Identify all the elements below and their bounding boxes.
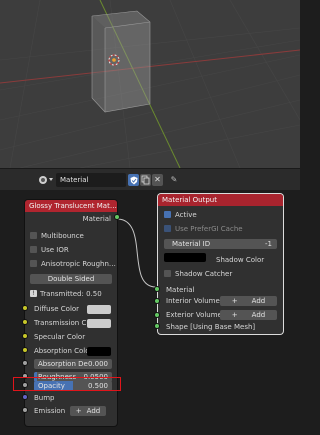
material-link — [116, 218, 157, 288]
absorption-depth-socket[interactable] — [22, 360, 28, 366]
anisotropic-label: Anisotropic Roughn… — [41, 260, 116, 268]
specular-color-label: Specular Color — [34, 333, 86, 341]
glossy-node-title[interactable]: Glossy Translucent Mat… — [25, 200, 117, 212]
material-browse-icon[interactable] — [36, 174, 56, 186]
emission-add-label: Add — [86, 407, 101, 415]
cube-object — [91, 10, 151, 113]
use-ior-checkbox[interactable]: Use IOR — [30, 245, 69, 256]
exterior-add-label: Add — [251, 311, 266, 319]
shadow-color-swatch[interactable] — [164, 253, 206, 262]
specular-color-socket[interactable] — [22, 333, 28, 339]
absorption-color-swatch[interactable] — [87, 347, 111, 356]
info-icon: ! — [30, 290, 37, 297]
plus-icon: + — [231, 311, 238, 319]
glossy-translucent-node[interactable]: Glossy Translucent Mat… Material Multibo… — [25, 200, 117, 426]
interior-volume-label: Interior Volume — [166, 297, 220, 305]
absorption-color-label: Absorption Color — [34, 347, 93, 355]
transmission-color-socket[interactable] — [22, 319, 28, 325]
output-material-label: Material — [166, 286, 195, 294]
transmitted-value[interactable]: ! Transmitted: 0.50 — [30, 289, 102, 300]
material-id-label: Material ID — [172, 240, 211, 248]
shape-label: Shape [Using Base Mesh] — [166, 323, 256, 331]
viewport-scene — [0, 0, 300, 168]
plus-icon: + — [231, 297, 238, 305]
material-id-field[interactable]: Material ID -1 — [164, 239, 277, 249]
use-ior-label: Use IOR — [41, 246, 69, 254]
node-editor-header: Material ✕ ✎ — [0, 168, 300, 190]
transmitted-label: Transmitted: 0.50 — [40, 290, 102, 298]
absorption-depth-value: 0.000 — [87, 360, 108, 368]
material-output-node[interactable]: Material Output Active Use PreferGI Cach… — [158, 194, 283, 334]
active-label: Active — [175, 211, 197, 219]
copy-icon[interactable] — [140, 174, 151, 186]
active-checkbox[interactable]: Active — [164, 210, 197, 221]
3d-viewport[interactable] — [0, 0, 300, 168]
plus-icon: + — [75, 407, 82, 415]
shadow-catcher-checkbox[interactable]: Shadow Catcher — [164, 269, 232, 280]
diffuse-color-swatch[interactable] — [87, 305, 111, 314]
multibounce-label: Multibounce — [41, 232, 84, 240]
use-prefergi-label: Use PreferGI Cache — [175, 225, 243, 233]
exterior-volume-socket[interactable] — [154, 312, 160, 318]
glossy-material-output-socket[interactable] — [114, 214, 120, 220]
pin-icon[interactable]: ✎ — [168, 174, 180, 186]
interior-volume-socket[interactable] — [154, 298, 160, 304]
bump-socket[interactable] — [22, 394, 28, 400]
output-material-socket[interactable] — [154, 286, 160, 292]
emission-add-button[interactable]: + Add — [70, 406, 106, 416]
shape-socket[interactable] — [154, 323, 160, 329]
opacity-highlight-box — [13, 377, 121, 391]
absorption-depth-field[interactable]: Absorption De 0.000 — [34, 359, 112, 369]
use-prefergi-checkbox[interactable]: Use PreferGI Cache — [164, 224, 243, 235]
bump-label: Bump — [34, 394, 55, 402]
absorption-color-socket[interactable] — [22, 347, 28, 353]
emission-label: Emission — [34, 407, 66, 415]
output-node-title[interactable]: Material Output — [158, 194, 283, 206]
diffuse-color-socket[interactable] — [22, 305, 28, 311]
transmission-color-label: Transmission C… — [34, 319, 94, 327]
interior-add-label: Add — [251, 297, 266, 305]
shadow-color-label: Shadow Color — [216, 256, 265, 264]
exterior-volume-label: Exterior Volume — [166, 311, 222, 319]
glossy-output-label: Material — [82, 215, 111, 223]
absorption-depth-label: Absorption De — [38, 360, 88, 368]
exterior-volume-add-button[interactable]: + Add — [220, 310, 277, 320]
fake-user-shield-icon[interactable] — [128, 174, 139, 186]
unlink-x-icon[interactable]: ✕ — [152, 174, 163, 186]
diffuse-color-label: Diffuse Color — [34, 305, 80, 313]
interior-volume-add-button[interactable]: + Add — [220, 296, 277, 306]
material-id-value: -1 — [265, 240, 272, 248]
double-sided-button[interactable]: Double Sided — [30, 274, 112, 284]
emission-socket[interactable] — [22, 407, 28, 413]
anisotropic-checkbox[interactable]: Anisotropic Roughn… — [30, 259, 116, 270]
multibounce-checkbox[interactable]: Multibounce — [30, 231, 84, 242]
transmission-color-swatch[interactable] — [87, 319, 111, 328]
shadow-catcher-label: Shadow Catcher — [175, 270, 233, 278]
material-name-field[interactable]: Material — [56, 173, 126, 187]
